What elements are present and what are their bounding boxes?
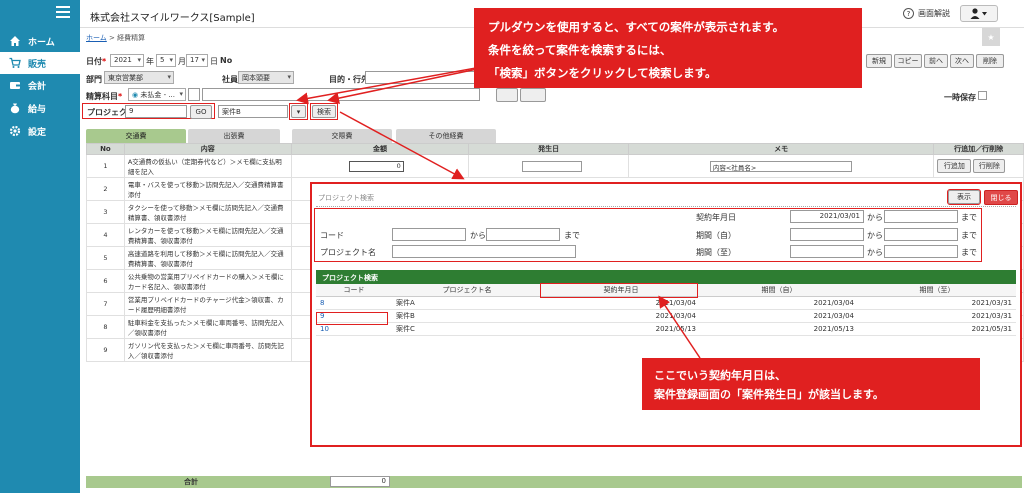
arrow-to-search bbox=[327, 59, 521, 105]
arrow-to-dialog bbox=[339, 111, 465, 180]
callout-arrows bbox=[296, 59, 701, 359]
arrow-to-dropdown bbox=[296, 59, 521, 105]
arrow-to-contract-header bbox=[658, 295, 701, 359]
